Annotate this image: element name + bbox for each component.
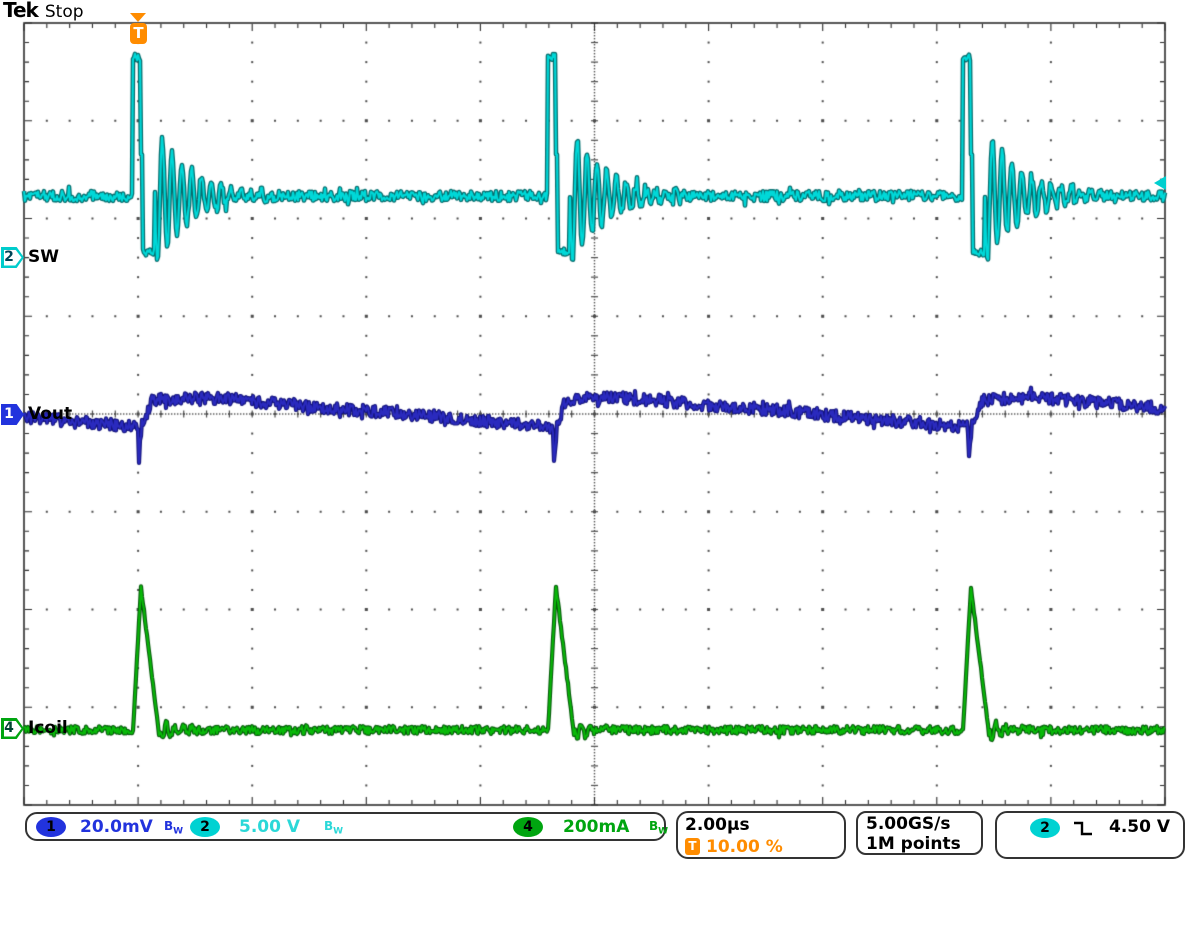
ch2-badge: 2 <box>190 817 220 837</box>
tek-logo: Tek <box>3 0 38 22</box>
header: Tek Stop <box>3 0 84 22</box>
trigger-level-arrow-icon <box>1154 176 1166 190</box>
trigger-position-flag-icon: T <box>130 23 147 44</box>
trigger-position-t-icon: T <box>685 838 700 855</box>
falling-edge-icon <box>1071 820 1095 837</box>
ch4-reference-marker: 4 <box>1 718 24 739</box>
ch1-label: Vout <box>28 403 72 425</box>
trigger-level: 4.50 V <box>1109 817 1170 837</box>
ch2-reference-marker: 2 <box>1 247 24 268</box>
channel-scales-box: 1 20.0mV BW 2 5.00 V BW 4 200mA BW <box>25 812 666 841</box>
trigger-position-percent: 10.00 % <box>706 837 783 857</box>
ch2-bw-limit-icon: BW <box>324 819 343 836</box>
trigger-box: 2 4.50 V <box>995 811 1185 859</box>
ch4-label: Icoil <box>28 717 68 739</box>
timebase-box: 2.00µs T 10.00 % <box>676 811 846 859</box>
sample-rate: 5.00GS/s <box>866 814 950 834</box>
ch4-bw-limit-icon: BW <box>649 819 668 836</box>
ch1-bw-limit-icon: BW <box>164 819 183 836</box>
ch2-label: SW <box>28 246 59 268</box>
trigger-source-badge: 2 <box>1030 818 1060 838</box>
ch1-scale: 20.0mV <box>80 817 153 837</box>
timebase-scale: 2.00µs <box>685 815 750 835</box>
record-length: 1M points <box>866 834 961 854</box>
ch4-scale: 200mA <box>563 817 629 837</box>
oscilloscope-screen: Tek Stop T 2 SW 1 Vout 4 Icoil 1 20.0mV B… <box>0 0 1187 931</box>
ch2-scale: 5.00 V <box>239 817 300 837</box>
acquisition-status: Stop <box>45 2 84 22</box>
trigger-position-arrow-icon <box>130 13 146 22</box>
ch4-badge: 4 <box>513 817 543 837</box>
acquisition-box: 5.00GS/s 1M points <box>856 811 983 855</box>
waveform-display <box>0 0 1187 931</box>
ch1-badge: 1 <box>36 817 66 837</box>
ch1-reference-marker: 1 <box>1 404 24 425</box>
